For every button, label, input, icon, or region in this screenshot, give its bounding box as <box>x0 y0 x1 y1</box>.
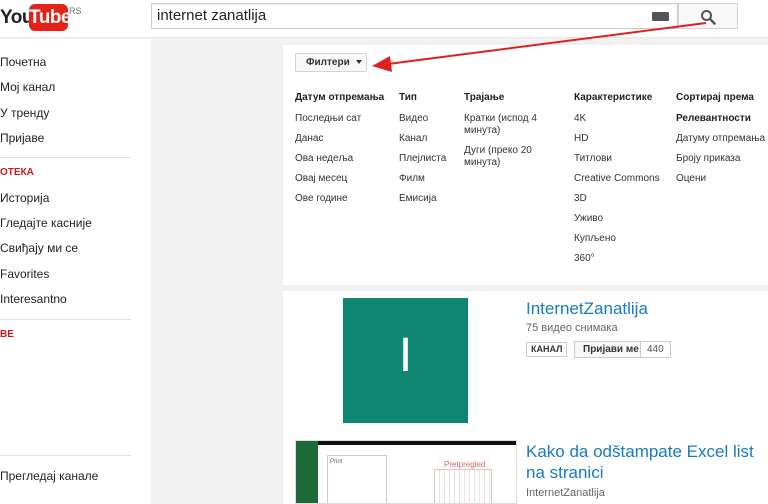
filter-option[interactable]: 3D <box>574 193 660 205</box>
filter-column-upload-date: Датум отпремања Последњи сат Данас Ова н… <box>295 92 384 213</box>
filter-option[interactable]: Дуги (преко 20 минута) <box>464 145 549 169</box>
search-button[interactable] <box>678 3 738 29</box>
filter-option-selected[interactable]: Релевантности <box>676 113 765 125</box>
sidebar-section-subscriptions: ВЕ <box>0 329 14 340</box>
filter-option[interactable]: Уживо <box>574 213 660 225</box>
filters-button-label: Филтери <box>306 57 350 68</box>
filter-option[interactable]: Данас <box>295 133 384 145</box>
filter-header: Трајање <box>464 92 505 103</box>
sidebar-item-my-channel[interactable]: Мој канал <box>0 77 55 97</box>
search-input[interactable]: internet zanatlija <box>151 3 678 29</box>
sidebar-item-browse-channels[interactable]: Прегледај канале <box>0 466 98 486</box>
filter-option[interactable]: Кратки (испод 4 минута) <box>464 113 549 137</box>
keyboard-icon[interactable] <box>652 12 669 21</box>
video-channel-name[interactable]: InternetZanatlija <box>526 487 605 499</box>
thumb-print-panel <box>327 455 387 503</box>
filter-column-sort-by: Сортирај према Релевантности Датуму отпр… <box>676 92 765 193</box>
logo-tube-text: Tube <box>29 4 71 31</box>
search-query[interactable]: internet zanatlija <box>157 6 266 26</box>
filter-option[interactable]: Датуму отпремања <box>676 133 765 145</box>
sidebar-item-interesantno[interactable]: Interesantno <box>0 289 67 309</box>
filter-option[interactable]: Броју приказа <box>676 153 765 165</box>
channel-video-count: 75 видео снимака <box>526 322 618 334</box>
filter-option[interactable]: Creative Commons <box>574 173 660 185</box>
thumb-backstage-nav <box>296 441 318 503</box>
filter-option[interactable]: Филм <box>399 173 446 185</box>
thumb-preview-label: Pretpregled <box>444 460 486 469</box>
logo-region: RS <box>69 6 82 16</box>
filter-column-duration: Трајање Кратки (испод 4 минута) Дуги (пр… <box>464 92 549 177</box>
filter-option[interactable]: Емисија <box>399 193 446 205</box>
channel-title-link[interactable]: InternetZanatlija <box>526 299 648 319</box>
masthead: You Tube RS internet zanatlija <box>0 0 768 38</box>
video-title-link[interactable]: Kako da odštampate Excel list na stranic… <box>526 441 766 483</box>
filter-option[interactable]: Ове године <box>295 193 384 205</box>
sidebar-item-home[interactable]: Почетна <box>0 52 46 72</box>
video-thumbnail[interactable]: Print Pretpregled <box>295 440 517 504</box>
sidebar-item-liked[interactable]: Свиђају ми се <box>0 238 78 258</box>
sidebar-item-trending[interactable]: У тренду <box>0 103 49 123</box>
results-panel: Филтери Датум отпремања Последњи сат Дан… <box>283 45 768 504</box>
sidebar-item-history[interactable]: Историја <box>0 188 49 208</box>
sidebar-divider <box>0 455 131 456</box>
filter-column-features: Карактеристике 4K HD Титлови Creative Co… <box>574 92 660 273</box>
filters-button[interactable]: Филтери <box>295 53 367 72</box>
filter-header: Датум отпремања <box>295 92 385 103</box>
subscribe-button[interactable]: Пријави ме <box>574 341 648 358</box>
filter-option[interactable]: Купљено <box>574 233 660 245</box>
section-divider <box>283 285 768 291</box>
filter-option[interactable]: 4K <box>574 113 660 125</box>
sidebar-item-favorites[interactable]: Favorites <box>0 264 49 284</box>
sidebar-section-library: ОТЕКА <box>0 167 34 178</box>
filter-option[interactable]: Оцени <box>676 173 765 185</box>
thumb-preview-page <box>434 469 492 503</box>
filter-option[interactable]: HD <box>574 133 660 145</box>
sidebar-divider <box>0 157 131 158</box>
channel-avatar[interactable]: I <box>343 298 468 423</box>
sidebar-item-subscriptions[interactable]: Пријаве <box>0 128 44 148</box>
filter-option[interactable]: Канал <box>399 133 446 145</box>
filter-header: Тип <box>399 92 417 103</box>
filter-option[interactable]: Титлови <box>574 153 660 165</box>
search-icon <box>701 10 716 25</box>
filter-header: Сортирај према <box>676 92 754 103</box>
caret-down-icon <box>355 60 362 65</box>
filter-option[interactable]: Овај месец <box>295 173 384 185</box>
thumb-toolbar <box>296 441 516 445</box>
filter-option[interactable]: Плејлиста <box>399 153 446 165</box>
filter-option[interactable]: Видео <box>399 113 446 125</box>
youtube-logo[interactable]: You Tube RS <box>0 3 82 31</box>
channel-avatar-letter: I <box>398 329 413 382</box>
filter-option[interactable]: 360° <box>574 253 660 265</box>
sidebar-item-watch-later[interactable]: Гледајте касније <box>0 213 92 233</box>
filter-option[interactable]: Ова недеља <box>295 153 384 165</box>
filter-header: Карактеристике <box>574 92 653 103</box>
channel-badge: КАНАЛ <box>526 342 568 357</box>
guide-sidebar: Почетна Мој канал У тренду Пријаве ОТЕКА… <box>0 39 151 504</box>
filter-column-type: Тип Видео Канал Плејлиста Филм Емисија <box>399 92 446 213</box>
sidebar-divider <box>0 319 131 320</box>
filter-option[interactable]: Последњи сат <box>295 113 384 125</box>
subscriber-count: 440 <box>640 341 671 358</box>
